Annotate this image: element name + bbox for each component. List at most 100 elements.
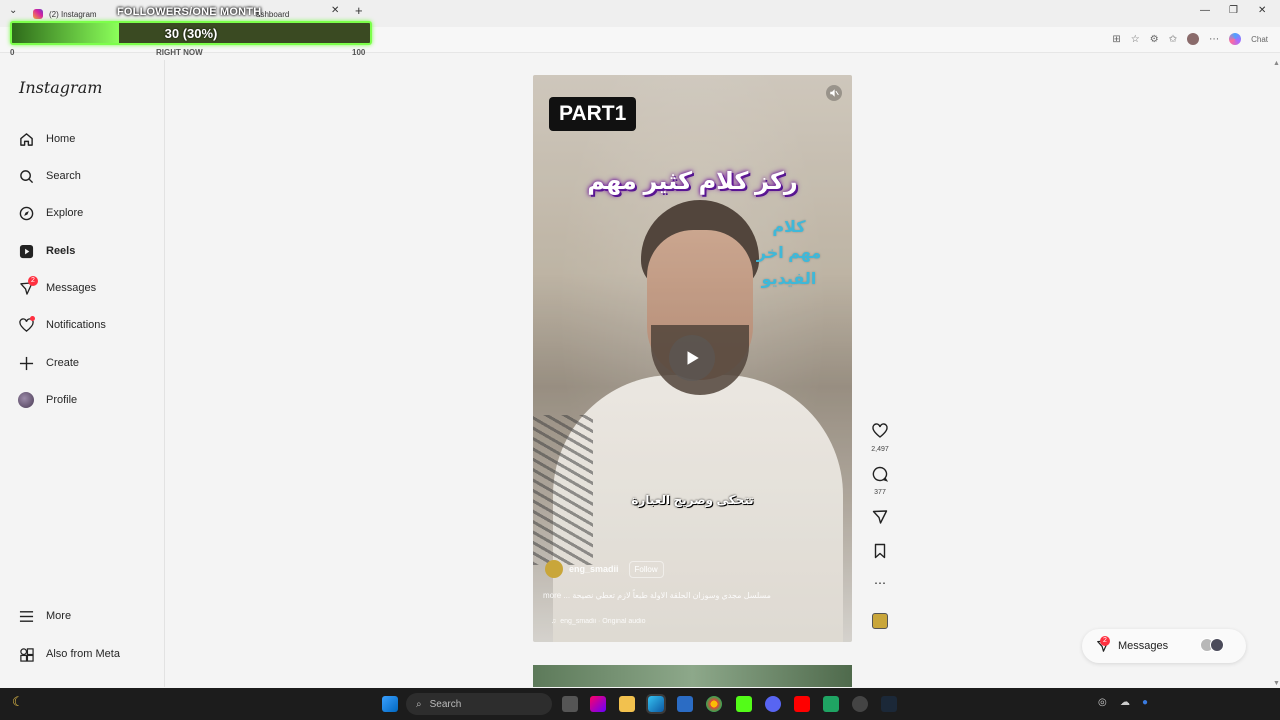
progress-current-label: RIGHT NOW xyxy=(156,48,203,57)
progress-max-label: 100 xyxy=(352,48,366,57)
followers-progress-bar: 30 (30%) xyxy=(10,21,372,45)
like-action[interactable]: 2,497 xyxy=(868,423,892,453)
nav-create[interactable]: Create xyxy=(18,353,79,373)
nav-also-from-meta-label: Also from Meta xyxy=(46,648,120,660)
compass-icon xyxy=(18,205,34,221)
chat-label[interactable]: Chat xyxy=(1251,35,1268,44)
music-note-icon: ♫ xyxy=(551,618,557,625)
obs-icon[interactable] xyxy=(852,696,868,712)
mute-icon[interactable] xyxy=(826,85,842,101)
system-tray-icon[interactable]: ◎ xyxy=(1098,697,1107,708)
nav-create-label: Create xyxy=(46,357,80,369)
share-action[interactable] xyxy=(868,509,892,530)
followers-goal-title: FOLLOWERS/ONE MONTH xyxy=(117,6,262,18)
notifications-dot xyxy=(30,316,35,321)
window-close-icon[interactable]: ✕ xyxy=(1258,5,1266,16)
chrome-icon[interactable] xyxy=(706,696,722,712)
taskbar-search-icon: ⌕ xyxy=(416,698,422,710)
reel-audio-label: eng_smadii · Original audio xyxy=(560,618,646,625)
start-button-icon[interactable] xyxy=(382,696,398,712)
tab-close-icon[interactable]: ✕ xyxy=(331,5,339,16)
profile-avatar xyxy=(18,392,34,408)
mic-icon[interactable]: ● xyxy=(1142,697,1148,708)
author-name[interactable]: eng_smadii xyxy=(569,564,619,574)
reels-icon xyxy=(18,243,34,259)
tab-list-chevron-icon[interactable]: ⌄ xyxy=(9,5,17,16)
nav-home[interactable]: Home xyxy=(18,129,75,149)
nav-notifications[interactable]: Notifications xyxy=(18,315,106,335)
plus-icon xyxy=(18,355,34,371)
taskbar-search[interactable]: ⌕ Search xyxy=(406,693,552,715)
minimize-icon[interactable]: — xyxy=(1200,5,1210,16)
store-icon[interactable] xyxy=(677,696,693,712)
network-icon[interactable]: ☁ xyxy=(1120,697,1130,708)
play-icon xyxy=(687,351,699,365)
tab-instagram-label: (2) Instagram xyxy=(49,9,97,19)
favorites-icon[interactable]: ✩ xyxy=(1169,34,1177,45)
nav-messages[interactable]: 2 Messages xyxy=(18,276,97,298)
nav-reels-label: Reels xyxy=(46,245,76,257)
more-options-icon[interactable]: ⋯ xyxy=(868,576,892,590)
nav-more-label: More xyxy=(46,610,72,622)
nav-also-from-meta[interactable]: Also from Meta xyxy=(18,644,120,664)
video-overlay-side-text: كلام مهم اخر الفيديو xyxy=(756,219,822,288)
instagram-sidebar: Instagram Home Search Explore Reels 2 Me… xyxy=(0,60,165,687)
weather-moon-icon[interactable]: ☾ xyxy=(12,694,24,710)
page-scrollbar[interactable]: ▲ ▼ xyxy=(1272,60,1280,687)
kick-icon[interactable] xyxy=(736,696,752,712)
copilot-chat-icon[interactable] xyxy=(1229,33,1242,45)
progress-value-text: 30 (30%) xyxy=(164,26,218,41)
app-available-icon[interactable]: ⊞ xyxy=(1112,34,1120,45)
comment-icon xyxy=(872,466,889,482)
edge-icon[interactable] xyxy=(646,694,666,714)
new-tab-icon[interactable]: + xyxy=(355,3,363,18)
save-action[interactable] xyxy=(868,543,892,564)
file-explorer-icon[interactable] xyxy=(619,696,635,712)
nav-search-label: Search xyxy=(46,170,81,182)
extensions-icon[interactable]: ⚙ xyxy=(1150,34,1159,45)
part-badge: PART1 xyxy=(549,97,637,131)
copilot-icon[interactable] xyxy=(590,696,606,712)
play-button[interactable] xyxy=(669,335,715,381)
nav-home-label: Home xyxy=(46,133,76,145)
browser-profile-avatar[interactable] xyxy=(1187,33,1200,45)
browser-toolbar: ⊞ ☆ ⚙ ✩ ⋯ Chat xyxy=(1112,33,1268,45)
home-icon xyxy=(18,131,34,147)
restore-icon[interactable]: ❐ xyxy=(1229,5,1238,16)
nav-profile-label: Profile xyxy=(46,394,78,406)
comment-action[interactable]: 377 xyxy=(868,466,892,496)
heart-icon xyxy=(18,316,35,333)
meta-apps-icon xyxy=(18,646,34,662)
reel-caption[interactable]: مسلسل مجدي وسوزان الحلقة الاولة طبعاً لا… xyxy=(543,591,842,600)
share-icon xyxy=(872,510,888,524)
task-view-icon[interactable] xyxy=(562,696,578,712)
instagram-favicon-icon xyxy=(33,9,43,19)
progress-min-label: 0 xyxy=(10,48,15,57)
search-icon xyxy=(18,168,34,184)
nav-profile[interactable]: Profile xyxy=(18,390,77,410)
discord-icon[interactable] xyxy=(765,696,781,712)
messages-pill-avatars xyxy=(1200,638,1224,652)
windows-taskbar: ☾ ⌕ Search ◎ ☁ ● xyxy=(0,688,1280,720)
messages-badge: 2 xyxy=(28,276,38,286)
nav-explore[interactable]: Explore xyxy=(18,203,83,223)
youtube-icon[interactable] xyxy=(794,696,810,712)
reel-audio[interactable]: ♫ eng_smadii · Original audio xyxy=(551,618,645,625)
audio-thumbnail[interactable] xyxy=(872,613,888,629)
messenger-icon: 2 xyxy=(18,276,38,296)
favorite-star-icon[interactable]: ☆ xyxy=(1131,34,1140,45)
follow-button[interactable]: Follow xyxy=(628,560,664,578)
instagram-logo[interactable]: Instagram xyxy=(19,78,102,97)
messages-pill-label: Messages xyxy=(1118,640,1169,652)
spreadsheet-icon[interactable] xyxy=(823,696,839,712)
steam-icon[interactable] xyxy=(881,696,897,712)
reel-video[interactable]: PART1 ركز كلام كثير مهم كلام مهم اخر الف… xyxy=(533,75,852,642)
nav-messages-label: Messages xyxy=(46,282,97,294)
nav-more[interactable]: More xyxy=(18,606,71,626)
nav-reels[interactable]: Reels xyxy=(18,241,75,261)
nav-search[interactable]: Search xyxy=(18,166,81,186)
next-reel-preview[interactable] xyxy=(533,665,852,687)
nav-notifications-label: Notifications xyxy=(46,319,106,331)
author-avatar[interactable] xyxy=(545,560,563,578)
more-menu-icon[interactable]: ⋯ xyxy=(1209,34,1219,45)
